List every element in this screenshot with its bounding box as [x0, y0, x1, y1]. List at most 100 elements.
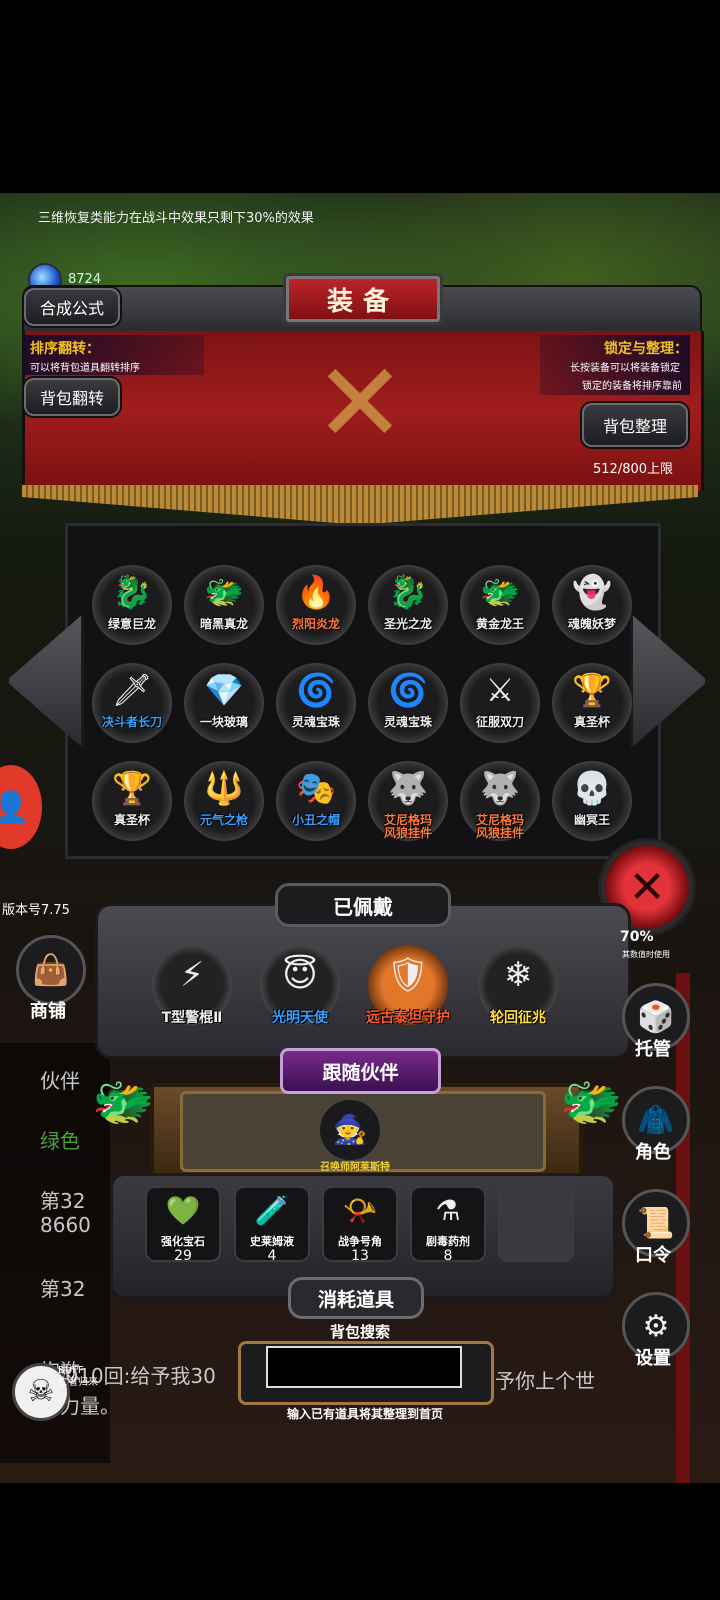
bag-sort-button[interactable]: 背包整理 — [582, 403, 688, 447]
green-dragon-icon: 🐉 — [112, 573, 152, 611]
equipped-title: 已佩戴 — [275, 883, 451, 927]
shop-button[interactable]: 👜 商铺 — [16, 935, 86, 1035]
fire-dragon-icon: 🔥 — [296, 573, 336, 611]
chat-line: 伙伴 — [40, 1069, 80, 1093]
buff-label: BUFF 亡者归来 — [58, 1365, 98, 1389]
poison-flask-icon: ⚗ — [435, 1194, 461, 1227]
dragon-statue-left-icon: 🐲 — [92, 1073, 155, 1131]
consumable-slot[interactable]: ⚗ 剧毒药剂 8 — [410, 1186, 486, 1264]
inventory-item[interactable]: 🐉 绿意巨龙 — [92, 565, 172, 645]
flip-tip-text: 可以将背包道具翻转排序 — [30, 363, 140, 374]
use-threshold: 70% — [620, 929, 654, 945]
consumable-slot[interactable]: 📯 战争号角 13 — [322, 1186, 398, 1264]
prev-page-arrow-icon[interactable] — [6, 613, 84, 749]
twin-blades-icon: ⚔ — [485, 671, 515, 709]
settings-button[interactable]: ⚙ 设置 — [618, 1292, 690, 1369]
inventory-item[interactable]: 🐲 暗黑真龙 — [184, 565, 264, 645]
chat-line: 第32 — [40, 1189, 86, 1213]
holy-grail-icon: 🏆 — [572, 671, 612, 709]
inventory-item[interactable]: 🎭 小丑之帽 — [276, 761, 356, 841]
dragon-statue-right-icon: 🐲 — [560, 1073, 623, 1131]
flip-tip-title: 排序翻转： — [30, 341, 100, 357]
spear-icon: 🔱 — [204, 769, 244, 807]
consumables-title: 消耗道具 — [288, 1277, 424, 1319]
equipped-slot[interactable]: ⚡ T型警棍Ⅱ — [152, 945, 232, 1026]
wolf-pendant-icon: 🐺 — [480, 769, 520, 807]
code-button[interactable]: 📜 口令 — [618, 1189, 690, 1266]
lock-tip-text-2: 锁定的装备将排序靠前 — [582, 381, 682, 392]
inventory-item[interactable]: ⚔ 征服双刀 — [460, 663, 540, 743]
companion-title: 跟随伙伴 — [280, 1048, 441, 1094]
inventory-item[interactable]: 🐉 圣光之龙 — [368, 565, 448, 645]
soul-orb-icon: 🌀 — [296, 671, 336, 709]
system-message: 三维恢复类能力在战斗中效果只剩下30%的效果 — [38, 211, 314, 226]
buff-title: BUFF — [58, 1365, 84, 1376]
titan-armor-icon: 🛡 — [386, 955, 430, 995]
holy-grail-icon: 🏆 — [112, 769, 152, 807]
consumable-slot[interactable]: 💚 强化宝石 29 — [145, 1186, 221, 1264]
inventory-item[interactable]: 🔥 烈阳炎龙 — [276, 565, 356, 645]
bag-flip-button[interactable]: 背包翻转 — [24, 378, 120, 416]
war-horn-icon: 📯 — [342, 1194, 378, 1227]
wolf-pendant-icon: 🐺 — [388, 769, 428, 807]
glass-shard-icon: 💎 — [204, 671, 244, 709]
consumable-slot[interactable]: 🧪 史莱姆液 4 — [234, 1186, 310, 1264]
buff-subtitle: 亡者归来 — [58, 1377, 98, 1388]
manage-label: 托管 — [635, 1039, 671, 1060]
baton-icon: ⚡ — [180, 955, 204, 995]
formula-button[interactable]: 合成公式 — [24, 288, 120, 326]
empty-consumable-slot[interactable] — [498, 1186, 574, 1262]
skeleton-king-icon: 💀 — [572, 769, 612, 807]
golden-dragon-king-icon: 🐲 — [480, 573, 520, 611]
crystal-staff-icon: ❄ — [503, 955, 533, 995]
inventory-item[interactable]: 🐺 艾尼格玛 风狼挂件 — [460, 761, 540, 841]
inventory-item[interactable]: 🌀 灵魂宝珠 — [276, 663, 356, 743]
shop-label: 商铺 — [30, 1001, 66, 1022]
shop-bag-icon: 👜 — [16, 935, 86, 1005]
ghost-girl-icon: 👻 — [572, 573, 612, 611]
chat-line: 绿色 — [40, 1129, 80, 1153]
ice-dragon-icon: 🐲 — [204, 573, 244, 611]
crossed-swords-emblem-icon: ✕ — [313, 339, 407, 467]
bag-capacity: 512/800上限 — [593, 462, 674, 477]
inventory-item[interactable]: 👻 魂魄妖梦 — [552, 565, 632, 645]
companion-name: 召唤师阿莱斯特 — [320, 1162, 390, 1173]
inventory-item[interactable]: 💎 一块玻璃 — [184, 663, 264, 743]
inventory-item[interactable]: 🌀 灵魂宝珠 — [368, 663, 448, 743]
manage-button[interactable]: 🎲 托管 — [618, 983, 690, 1060]
inventory-item[interactable]: 🏆 真圣杯 — [92, 761, 172, 841]
summoner-icon[interactable]: 🧙 — [318, 1098, 382, 1162]
inventory-item[interactable]: 🐺 艾尼格玛 风狼挂件 — [368, 761, 448, 841]
equipped-slot[interactable]: 😇 光明天使 — [260, 945, 340, 1026]
inventory-item[interactable]: 💀 幽冥王 — [552, 761, 632, 841]
bag-search-input[interactable] — [266, 1346, 462, 1388]
role-label: 角色 — [635, 1142, 671, 1163]
code-label: 口令 — [635, 1245, 671, 1266]
gold-dragon-icon: 🐉 — [388, 573, 428, 611]
version-label: 版本号7.75 — [2, 903, 70, 918]
user-avatar-icon[interactable]: 👤 — [0, 765, 42, 849]
angel-icon: 😇 — [282, 955, 318, 995]
page-title: 装备 — [283, 273, 443, 325]
inventory-item[interactable]: 🔱 元气之枪 — [184, 761, 264, 841]
next-page-arrow-icon[interactable] — [630, 613, 708, 749]
chat-line-tail: 予你上个世 — [495, 1369, 595, 1393]
long-blade-icon: 🗡 — [111, 671, 153, 709]
game-view: 三维恢复类能力在战斗中效果只剩下30%的效果 8724 ✕ 装备 合成公式 排序… — [0, 193, 720, 1483]
inventory-item[interactable]: 🐲 黄金龙王 — [460, 565, 540, 645]
chat-line: 8660 — [40, 1213, 91, 1237]
inventory-item[interactable]: 🏆 真圣杯 — [552, 663, 632, 743]
green-gem-icon: 💚 — [165, 1194, 201, 1227]
lock-tip-title: 锁定与整理： — [604, 341, 688, 357]
settings-label: 设置 — [635, 1348, 671, 1369]
role-button[interactable]: 🧥 角色 — [618, 1086, 690, 1163]
search-hint: 输入已有道具将其整理到首页 — [286, 1407, 443, 1421]
search-label: 背包搜索 — [329, 1323, 390, 1341]
equipped-slot[interactable]: ❄ 轮回征兆 — [478, 945, 558, 1026]
equipped-slot[interactable]: 🛡 远古泰坦守护 — [366, 945, 450, 1026]
potion-bottle-icon: 🧪 — [254, 1194, 290, 1227]
lock-tip-text-1: 长按装备可以将装备锁定 — [570, 363, 680, 374]
inventory-item[interactable]: 🗡 决斗者长刀 — [92, 663, 172, 743]
chat-line: 第32 — [40, 1277, 86, 1301]
use-threshold-label: 其数值时使用 — [622, 950, 670, 959]
